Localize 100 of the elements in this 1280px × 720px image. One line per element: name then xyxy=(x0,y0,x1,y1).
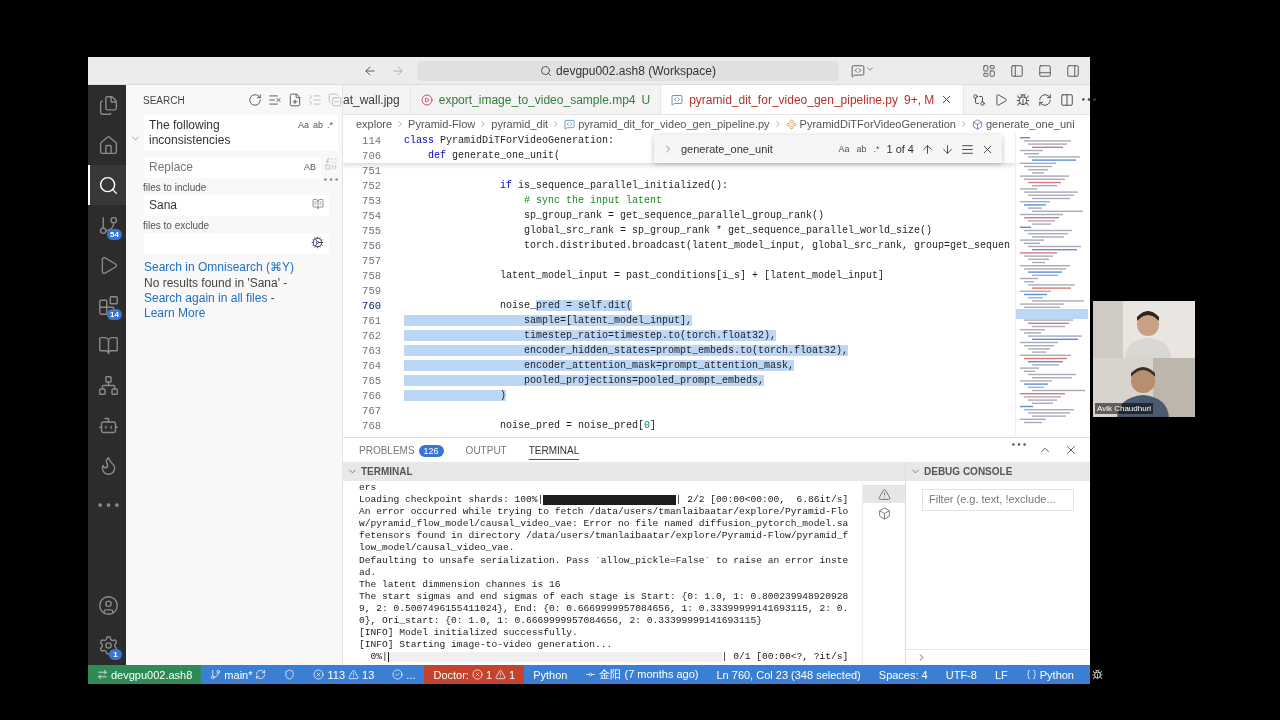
blame-indicator[interactable]: 金阳 (7 months ago) xyxy=(576,665,708,684)
error-count: 1 xyxy=(485,668,493,681)
cube-icon[interactable] xyxy=(877,507,891,520)
search-option[interactable]: .* xyxy=(327,118,333,133)
line-number: 762 xyxy=(361,329,382,342)
find-option[interactable]: Aa xyxy=(838,141,850,157)
line-number: 751 xyxy=(361,164,382,177)
branch-name: main* xyxy=(224,668,253,681)
down-arrow-icon[interactable] xyxy=(941,142,954,156)
breadcrumb[interactable]: PyramidDiTForVideoGeneration xyxy=(799,118,956,130)
search-button[interactable] xyxy=(88,165,126,205)
menu-icon[interactable] xyxy=(961,142,974,156)
line-number: 759 xyxy=(361,284,382,297)
no-results-message: No results found in 'Sana' - Search again in all files - Learn More xyxy=(144,276,289,321)
omnisearch-link[interactable]: Search in Omnisearch (⌘Y) xyxy=(144,260,295,274)
terminal-text: | 0/1 [00:00<?, ?it/s] xyxy=(721,651,849,664)
replace-field[interactable]: Replace AB xyxy=(144,157,321,178)
terminal-text: Loading checkpoint shards: 100%| xyxy=(359,494,544,507)
layout-icon xyxy=(982,63,996,78)
check-indicator[interactable]: ... xyxy=(383,665,425,684)
more-icon[interactable] xyxy=(1082,98,1097,101)
clear-icon[interactable] xyxy=(268,93,282,107)
find-query[interactable]: generate_one_unit xyxy=(681,143,832,155)
panel-tab[interactable]: PROBLEMS 126 xyxy=(359,439,444,461)
line-number: 763 xyxy=(361,344,382,357)
warning-icon xyxy=(495,669,507,680)
code-line: class PyramidDiTForVideoGeneration: xyxy=(404,134,615,148)
settings-icon[interactable] xyxy=(311,236,324,249)
split-icon[interactable] xyxy=(1060,92,1075,107)
close-icon[interactable] xyxy=(1064,443,1078,457)
play-icon[interactable] xyxy=(994,92,1009,107)
settings-icon xyxy=(97,634,119,656)
terminal-line: Defaulting to unsafe serialization. Pass `allow_pickle=False` to raise an error instead. xyxy=(359,554,849,579)
section-title: DEBUG CONSOLE xyxy=(924,466,1013,477)
breadcrumb[interactable]: pyramid_dit xyxy=(491,118,549,130)
terminal-line: [INFO] Model initialized successfully. xyxy=(359,627,579,640)
exclude-field[interactable] xyxy=(144,233,329,254)
settings-button[interactable]: 1 xyxy=(88,625,126,665)
branch-icon xyxy=(210,669,222,680)
new-file-icon[interactable] xyxy=(288,93,302,107)
line-number: 760 xyxy=(361,299,382,312)
terminal-line: [INFO] Starting image-to-video generation... xyxy=(359,639,614,652)
branch-button[interactable]: 54 xyxy=(88,205,126,245)
status-item[interactable]: UTF-8 xyxy=(936,665,986,684)
breadcrumb[interactable]: generate_one_uni xyxy=(985,118,1075,130)
line-number: 114 xyxy=(361,134,382,147)
shield-icon xyxy=(284,669,296,680)
book-icon[interactable] xyxy=(312,198,324,210)
editor-tab[interactable]: pyramid_dit_for_video_gen_pipeline.py 9+, M xyxy=(661,85,965,114)
code-line: noise_pred = noise_pred[0] xyxy=(499,419,657,433)
search-field[interactable]: The following inconsistencies Aa ab .* xyxy=(144,115,338,151)
message-link[interactable]: Search again in all files xyxy=(144,291,268,305)
up-arrow-icon[interactable] xyxy=(921,142,934,156)
message-link[interactable]: Learn More xyxy=(144,306,206,320)
terminal-text: | 2/2 [00:00<00:00, 6.86it/s] xyxy=(675,494,849,507)
search-icon xyxy=(540,64,553,77)
editor-tab[interactable]: at_wall.jpg xyxy=(343,85,411,114)
breadcrumb[interactable]: pyramid_dit_for_video_gen_pipeline.py xyxy=(578,118,770,130)
section-title: TERMINAL xyxy=(361,466,413,477)
panel-tab[interactable]: TERMINAL xyxy=(528,440,580,460)
breadcrumb[interactable]: Pyramid-Flow xyxy=(408,118,476,130)
status-item[interactable]: LF xyxy=(985,665,1017,684)
sync-icon[interactable] xyxy=(1038,92,1053,107)
breadcrumb[interactable]: explore xyxy=(356,118,393,130)
bug-icon[interactable] xyxy=(1016,92,1031,107)
line-number: 753 xyxy=(361,194,382,207)
exclude-label: files to exclude xyxy=(142,219,211,233)
search-option[interactable]: Aa xyxy=(297,118,309,133)
compare-icon[interactable] xyxy=(972,92,987,107)
include-label: files to include xyxy=(142,181,208,195)
more-icon[interactable] xyxy=(1012,443,1026,446)
panel-tab[interactable]: OUTPUT xyxy=(465,440,507,460)
status-item[interactable]: Ln 760, Col 23 (348 selected) xyxy=(707,665,870,684)
include-field[interactable]: Sana xyxy=(144,195,329,216)
filter-field[interactable]: Filter (e.g. text, !exclude... xyxy=(922,489,1074,511)
line-number: 761 xyxy=(361,314,382,327)
find-option[interactable]: ab xyxy=(856,141,867,157)
language-indicator[interactable]: Python xyxy=(1016,665,1083,684)
warning-icon[interactable] xyxy=(877,487,891,501)
problems-indicator[interactable]: 113 13 xyxy=(304,665,384,684)
status-item[interactable]: Spaces: 4 xyxy=(869,665,937,684)
status-item[interactable]: Python xyxy=(524,665,577,684)
refresh-icon[interactable] xyxy=(248,93,262,107)
doctor-indicator[interactable]: Doctor: 1 1 xyxy=(424,665,525,684)
command-center[interactable]: devgpu002.ash8 (Workspace) xyxy=(417,60,839,81)
find-option[interactable]: .* xyxy=(873,141,880,157)
status-text: ... xyxy=(406,668,416,681)
preserve-case-option[interactable]: AB xyxy=(304,160,316,175)
panel-left-icon xyxy=(1010,63,1024,78)
code-line: def generate_one_unit( xyxy=(427,149,561,163)
match-count: 1 of 4 xyxy=(886,143,914,155)
line-number: 754 xyxy=(361,209,382,222)
blocks-button[interactable]: 14 xyxy=(88,285,126,325)
branch-indicator[interactable]: main* xyxy=(201,665,276,684)
braces-icon xyxy=(1025,669,1037,680)
warning-count: 13 xyxy=(362,668,375,681)
tab-label: export_image_to_video_sample.mp4 xyxy=(438,92,636,107)
search-option[interactable]: ab xyxy=(312,118,323,133)
remote-indicator[interactable]: devgpu002.ash8 xyxy=(88,665,202,684)
count-badge: 126 xyxy=(418,444,444,457)
